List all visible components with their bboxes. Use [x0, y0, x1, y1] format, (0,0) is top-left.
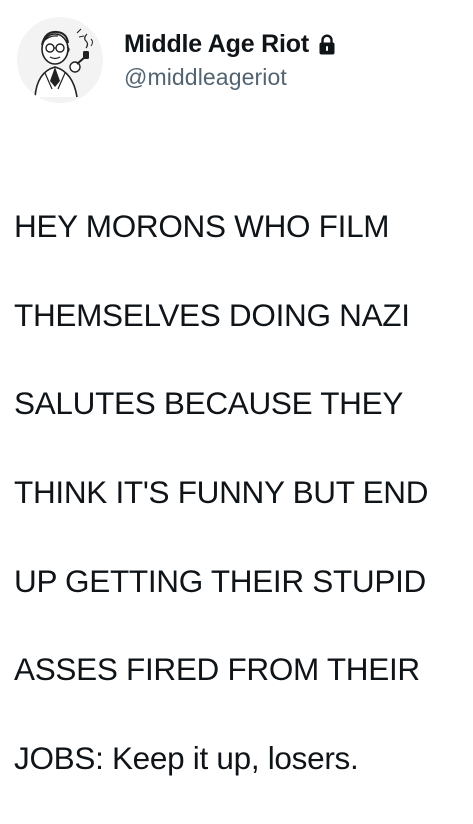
- display-name-row: Middle Age Riot: [124, 30, 336, 60]
- tweet-text-line: UP GETTING THEIR STUPID: [14, 562, 426, 599]
- tweet-text-line: SALUTES BECAUSE THEY: [14, 385, 404, 422]
- handle[interactable]: @middleageriot: [124, 64, 336, 91]
- tweet-text-line: HEY MORONS WHO FILM: [14, 208, 390, 245]
- tweet-text: HEY MORONS WHO FILM THEMSELVES DOING NAZ…: [14, 160, 469, 824]
- tweet-header: Middle Age Riot @middleageriot: [17, 17, 336, 103]
- author-info: Middle Age Riot @middleageriot: [124, 30, 336, 91]
- vintage-man-drawing-icon: [17, 17, 103, 103]
- tweet: Middle Age Riot @middleageriot HEY MORON…: [0, 0, 473, 776]
- tweet-text-line: THINK IT'S FUNNY BUT END: [14, 474, 429, 511]
- lock-icon: [318, 34, 336, 56]
- tweet-text-line: THEMSELVES DOING NAZI: [14, 296, 410, 333]
- display-name[interactable]: Middle Age Riot: [124, 30, 309, 59]
- tweet-text-line: JOBS: Keep it up, losers.: [14, 739, 359, 776]
- avatar[interactable]: [17, 17, 103, 103]
- tweet-text-line: ASSES FIRED FROM THEIR: [14, 651, 420, 688]
